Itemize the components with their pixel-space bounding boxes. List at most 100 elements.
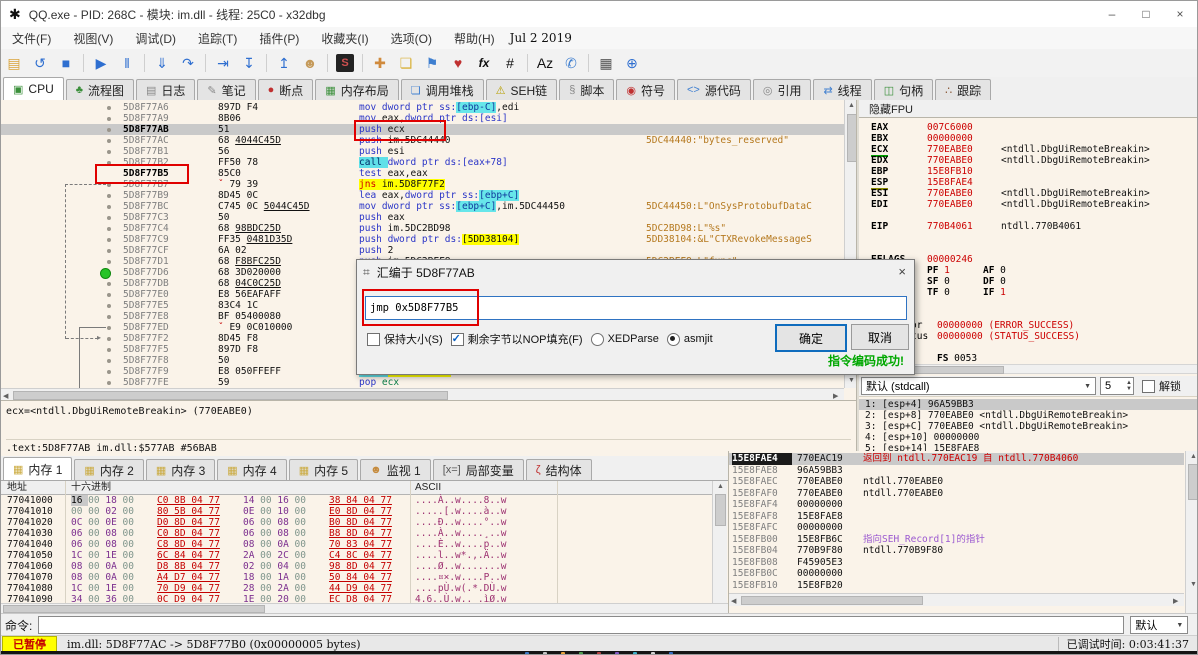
title-bar[interactable]: ✱ QQ.exe - PID: 268C - 模块: im.dll - 线程: …: [1, 1, 1197, 27]
menu-item-debug[interactable]: 调试(D): [124, 30, 187, 47]
register-row[interactable]: EBX 00000000: [859, 133, 1197, 144]
menu-item-plugins[interactable]: 插件(P): [248, 30, 310, 47]
stack-row[interactable]: 15E8FB0C 00000000: [729, 568, 1184, 580]
stack-panel[interactable]: 15E8FAE4 770EAC19 返回到 ntdll.770EAC19 自 ntd…: [728, 451, 1197, 613]
globe-icon[interactable]: ⊕: [620, 52, 644, 74]
memory-vscrollbar[interactable]: ▲ ▼: [712, 481, 727, 613]
open-file-icon[interactable]: ▤: [2, 52, 26, 74]
stack-row[interactable]: 15E8FB08 F45905E3: [729, 557, 1184, 569]
menu-item-help[interactable]: 帮助(H): [443, 30, 506, 47]
stack-row[interactable]: 15E8FAF0 770EABE0 ntdll.770EABE0: [729, 488, 1184, 500]
maximize-button[interactable]: □: [1129, 1, 1163, 27]
memory-row[interactable]: 77041030 06 00 08 00 C0 8D 04 77 06 00 08 0…: [1, 528, 712, 539]
tab-breakpoints[interactable]: ● 断点: [257, 79, 314, 100]
tab-threads[interactable]: ⇄ 线程: [813, 79, 872, 100]
memory-row[interactable]: 77041050 1C 00 1E 00 6C 84 04 77 2A 00 2C 0…: [1, 550, 712, 561]
menu-item-trace[interactable]: 追踪(T): [187, 30, 248, 47]
scroll-right-icon[interactable]: ▶: [833, 392, 838, 400]
step-over-icon[interactable]: ↷: [176, 52, 200, 74]
argument-count-stepper[interactable]: 5 ▲ ▼: [1100, 377, 1134, 395]
comments-icon[interactable]: ❏: [394, 52, 418, 74]
tab-graph[interactable]: ♣ 流程图: [65, 79, 134, 100]
menu-item-file[interactable]: 文件(F): [1, 30, 62, 47]
disasm-row[interactable]: 5D8F77B9 8D45 0C lea eax,dword ptr ss:[ebp…: [1, 190, 844, 201]
stack-row[interactable]: 15E8FB10 15E8FB20: [729, 580, 1184, 592]
asmjit-radio[interactable]: [666, 332, 680, 346]
hash-icon[interactable]: #: [498, 52, 522, 74]
register-row[interactable]: EDI 770EABE0 <ntdll.DbgUiRemoteBreakin>: [859, 199, 1197, 210]
register-row[interactable]: ESP 15E8FAE4: [859, 177, 1197, 190]
memory-row[interactable]: 77041070 08 00 0A 00 A4 D7 04 77 18 00 1A 0…: [1, 572, 712, 583]
tab-notes[interactable]: ✎ 笔记: [197, 79, 256, 100]
memory-row[interactable]: 77041000 16 00 18 00 C0 8B 04 77 14 00 16 0…: [1, 495, 712, 506]
disasm-row[interactable]: 5D8F77CF 6A 02 push 2: [1, 245, 844, 256]
scroll-up-icon[interactable]: ▲: [717, 483, 724, 490]
hide-fpu-button[interactable]: 隐藏FPU: [859, 100, 1197, 118]
disasm-vthumb[interactable]: [847, 114, 856, 162]
assemble-dialog-titlebar[interactable]: ⌗ 汇编于 5D8F77AB ×: [357, 260, 914, 284]
argument-row[interactable]: 4: [esp+10] 00000000: [859, 432, 1197, 443]
patch-icon[interactable]: ✚: [368, 52, 392, 74]
register-row[interactable]: EDX 770EABE0 <ntdll.DbgUiRemoteBreakin>: [859, 155, 1197, 166]
step-into-icon[interactable]: ⇓: [150, 52, 174, 74]
close-button[interactable]: ×: [1163, 1, 1197, 27]
tab-source[interactable]: <> 源代码: [676, 79, 751, 100]
disasm-row[interactable]: 5D8F77B1 56 push esi: [1, 146, 844, 157]
tab-mem1[interactable]: ▦ 内存 1: [3, 457, 73, 480]
register-row[interactable]: EIP 770B4061 ntdll.770B4061: [859, 221, 1197, 232]
restart-icon[interactable]: ↺: [28, 52, 52, 74]
spin-down-icon[interactable]: ▼: [1126, 386, 1132, 392]
stack-row[interactable]: 15E8FAFC 00000000: [729, 522, 1184, 534]
memory-row[interactable]: 77041020 0C 00 0E 00 D0 8D 04 77 06 00 08 0…: [1, 517, 712, 528]
command-profile-select[interactable]: 默认 ▼: [1130, 616, 1189, 634]
memory-hthumb[interactable]: [3, 605, 265, 613]
keep-size-checkbox[interactable]: [367, 332, 380, 346]
disasm-row[interactable]: 5D8F77C4 68 98BDC25D push im.5DC2BD98 5DC2B…: [1, 223, 844, 234]
step-out-icon[interactable]: ↥: [272, 52, 296, 74]
tab-call-stack[interactable]: ❏ 调用堆栈: [400, 79, 484, 100]
memory-dump-panel[interactable]: 地址 十六进制 ASCII 77041000 16 00 18 00 C0 8B 0…: [1, 481, 728, 613]
tab-mem2[interactable]: ▦ 内存 2: [74, 459, 144, 480]
menu-item-options[interactable]: 选项(O): [380, 30, 443, 47]
tab-cpu[interactable]: ▣ CPU: [3, 77, 64, 100]
register-info-row[interactable]: [859, 243, 1197, 254]
argument-row[interactable]: 3: [esp+C] 770EABE0 <ntdll.DbgUiRemoteBr…: [859, 421, 1197, 432]
stack-vthumb[interactable]: [1188, 464, 1197, 500]
stack-row[interactable]: 15E8FAF4 00000000: [729, 499, 1184, 511]
memory-vthumb[interactable]: [715, 494, 726, 526]
stack-row[interactable]: 15E8FAF8 15E8FAE8: [729, 511, 1184, 523]
scroll-up-icon[interactable]: ▲: [1190, 453, 1197, 460]
memory-row[interactable]: 77041010 00 00 02 00 80 5B 04 77 0E 00 10 0…: [1, 506, 712, 517]
stop-icon[interactable]: ■: [54, 52, 78, 74]
scroll-left-icon[interactable]: ◀: [731, 597, 736, 605]
menu-item-favourites[interactable]: 收藏夹(I): [310, 30, 379, 47]
tab-mem3[interactable]: ▦ 内存 3: [145, 459, 216, 480]
favourite-icon[interactable]: ♥: [446, 52, 470, 74]
register-row[interactable]: EBP 15E8FB10: [859, 166, 1197, 177]
disasm-row[interactable]: 5D8F77BC C745 0C 5044C45D mov dword ptr ss…: [1, 201, 844, 212]
tab-seh[interactable]: ⚠ SEH链: [485, 79, 558, 100]
calculator-icon[interactable]: ▦: [594, 52, 618, 74]
stack-vscrollbar[interactable]: ▲ ▼: [1185, 451, 1197, 613]
disasm-row[interactable]: 5D8F77C3 50 push eax: [1, 212, 844, 223]
xedparse-radio[interactable]: [590, 332, 604, 346]
close-icon[interactable]: ×: [898, 264, 906, 279]
stack-row[interactable]: 15E8FAEC 770EABE0 ntdll.770EABE0: [729, 476, 1184, 488]
ok-button[interactable]: 确定: [775, 324, 847, 352]
arguments-list[interactable]: 1: [esp+4] 96A59BB3 2: [esp+8] 770EABE0 <…: [859, 396, 1197, 457]
memory-row[interactable]: 77041040 06 00 08 00 C8 8D 04 77 08 00 0A 0…: [1, 539, 712, 550]
run-until-icon[interactable]: ⇥: [211, 52, 235, 74]
tab-log[interactable]: ▤ 日志: [135, 79, 196, 100]
disasm-hthumb[interactable]: [13, 391, 448, 400]
tab-script[interactable]: § 脚本: [559, 79, 615, 100]
pause-icon[interactable]: ‖: [115, 52, 139, 74]
disasm-row[interactable]: 5D8F77C9 FF35 0481D35D push dword ptr ds:[…: [1, 234, 844, 245]
font-icon[interactable]: Az: [533, 52, 557, 74]
memory-row[interactable]: 77041060 08 00 0A 00 D8 8B 04 77 02 00 04 0…: [1, 561, 712, 572]
os-taskbar[interactable]: [1, 651, 1197, 654]
tab-symbols[interactable]: ◉ 符号: [616, 79, 675, 100]
register-info-row[interactable]: [859, 232, 1197, 243]
menu-item-view[interactable]: 视图(V): [62, 30, 124, 47]
argument-row[interactable]: 1: [esp+4] 96A59BB3: [859, 399, 1197, 410]
device-icon[interactable]: ✆: [559, 52, 583, 74]
